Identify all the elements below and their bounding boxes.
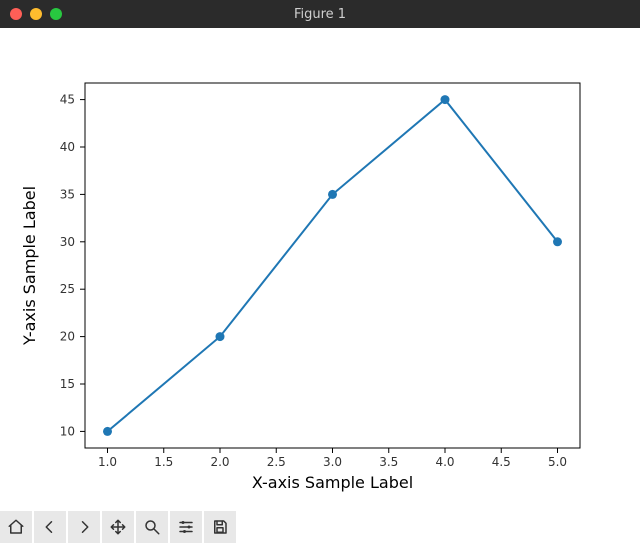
arrow-right-icon <box>75 518 93 536</box>
zoom-icon <box>143 518 161 536</box>
x-tick-label: 5.0 <box>548 455 567 469</box>
data-point <box>441 95 450 104</box>
home-icon <box>7 518 25 536</box>
x-tick-label: 4.0 <box>435 455 454 469</box>
window-title: Figure 1 <box>0 7 640 22</box>
data-point <box>553 237 562 246</box>
figure-window: Figure 1 1.0 1.5 2.0 2.5 3.0 3.5 4.0 4.5 5.0 10 15… <box>0 0 640 544</box>
pan-button[interactable] <box>102 511 134 543</box>
y-axis-label: Y-axis Sample Label <box>20 186 39 346</box>
data-point <box>103 427 112 436</box>
forward-button[interactable] <box>68 511 100 543</box>
maximize-icon[interactable] <box>50 8 62 20</box>
data-line <box>108 100 558 432</box>
y-tick-label: 15 <box>60 377 75 391</box>
x-tick-label: 4.5 <box>492 455 511 469</box>
home-button[interactable] <box>0 511 32 543</box>
data-point <box>216 332 225 341</box>
line-chart: 1.0 1.5 2.0 2.5 3.0 3.5 4.0 4.5 5.0 10 15 20 25 30 35 4… <box>0 28 640 510</box>
x-tick-label: 1.0 <box>98 455 117 469</box>
configure-button[interactable] <box>170 511 202 543</box>
y-tick-label: 25 <box>60 282 75 296</box>
x-axis-label: X-axis Sample Label <box>252 473 413 492</box>
x-tick-label: 3.0 <box>323 455 342 469</box>
y-tick-label: 40 <box>60 140 75 154</box>
x-tick-label: 3.5 <box>379 455 398 469</box>
y-tick-label: 30 <box>60 235 75 249</box>
back-button[interactable] <box>34 511 66 543</box>
x-tick-label: 1.5 <box>154 455 173 469</box>
zoom-button[interactable] <box>136 511 168 543</box>
save-icon <box>211 518 229 536</box>
y-tick-label: 35 <box>60 187 75 201</box>
plot-canvas: 1.0 1.5 2.0 2.5 3.0 3.5 4.0 4.5 5.0 10 15 20 25 30 35 4… <box>0 28 640 510</box>
titlebar: Figure 1 <box>0 0 640 28</box>
x-tick-label: 2.5 <box>267 455 286 469</box>
minimize-icon[interactable] <box>30 8 42 20</box>
sliders-icon <box>177 518 195 536</box>
window-controls <box>10 8 62 20</box>
move-icon <box>109 518 127 536</box>
x-tick-label: 2.0 <box>210 455 229 469</box>
save-button[interactable] <box>204 511 236 543</box>
matplotlib-toolbar <box>0 510 640 544</box>
y-tick-label: 20 <box>60 330 75 344</box>
data-point <box>328 190 337 199</box>
y-tick-label: 10 <box>60 424 75 438</box>
arrow-left-icon <box>41 518 59 536</box>
y-tick-label: 45 <box>60 93 75 107</box>
close-icon[interactable] <box>10 8 22 20</box>
